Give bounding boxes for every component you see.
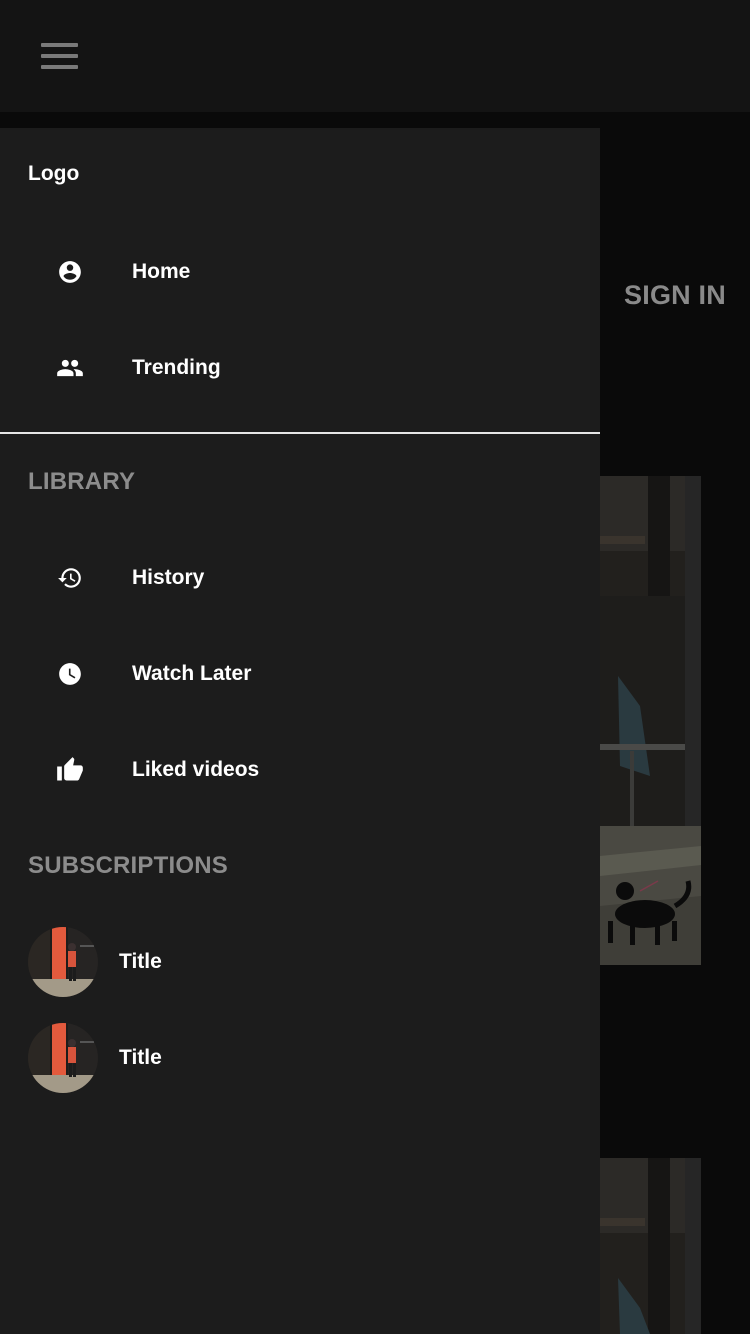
subscription-item[interactable]: Title bbox=[28, 1022, 588, 1094]
nav-item-home[interactable]: Home bbox=[0, 232, 600, 312]
nav-item-label: Watch Later bbox=[132, 662, 252, 685]
nav-item-trending[interactable]: Trending bbox=[0, 328, 600, 408]
subscription-title: Title bbox=[119, 950, 162, 973]
nav-item-label: History bbox=[132, 566, 205, 589]
menu-icon[interactable] bbox=[28, 28, 92, 84]
top-app-bar bbox=[0, 0, 750, 112]
clock-icon bbox=[56, 660, 84, 688]
sign-in-button[interactable]: SIGN IN bbox=[600, 270, 750, 320]
navigation-drawer: Logo Home Trending LIBRARY History Watch… bbox=[0, 128, 600, 1334]
nav-item-liked-videos[interactable]: Liked videos bbox=[0, 730, 600, 810]
subscriptions-section-title: SUBSCRIPTIONS bbox=[28, 852, 228, 879]
library-section-title: LIBRARY bbox=[28, 468, 136, 495]
menu-icon-line bbox=[41, 54, 78, 58]
video-thumbnail[interactable] bbox=[600, 1158, 701, 1334]
thumb-up-icon bbox=[56, 756, 84, 784]
avatar bbox=[28, 927, 98, 997]
subscription-title: Title bbox=[119, 1046, 162, 1069]
avatar bbox=[28, 1023, 98, 1093]
app-screen: SIGN IN Logo Home Trending LIBRARY Histo… bbox=[0, 0, 750, 1334]
nav-item-history[interactable]: History bbox=[0, 538, 600, 618]
menu-icon-line bbox=[41, 43, 78, 47]
nav-item-label: Home bbox=[132, 260, 191, 283]
history-icon bbox=[56, 564, 84, 592]
nav-item-watch-later[interactable]: Watch Later bbox=[0, 634, 600, 714]
menu-icon-line bbox=[41, 65, 78, 69]
account-circle-icon bbox=[56, 258, 84, 286]
nav-item-label: Liked videos bbox=[132, 758, 260, 781]
people-icon bbox=[56, 354, 84, 382]
logo: Logo bbox=[28, 162, 80, 185]
subscription-item[interactable]: Title bbox=[28, 926, 588, 998]
drawer-divider bbox=[0, 432, 600, 434]
video-thumbnail[interactable] bbox=[600, 476, 701, 965]
nav-item-label: Trending bbox=[132, 356, 221, 379]
